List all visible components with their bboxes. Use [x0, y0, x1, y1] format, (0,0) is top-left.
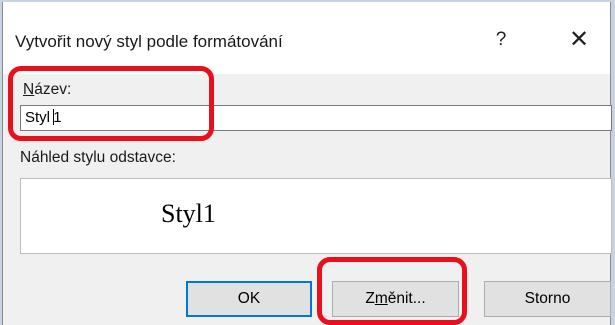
- name-value-part-1: Styl: [25, 109, 55, 126]
- ok-button[interactable]: OK: [186, 281, 312, 317]
- name-value-part-2: 1: [53, 109, 62, 126]
- name-label-accelerator: N: [23, 81, 35, 98]
- close-button[interactable]: ✕: [559, 22, 599, 58]
- preview-text: Styl1: [161, 199, 216, 228]
- dialog-title: Vytvořit nový styl podle formátování: [15, 32, 283, 51]
- modify-button[interactable]: Změnit...: [332, 281, 459, 317]
- title-bar: Vytvořit nový styl podle formátování ? ✕: [3, 2, 610, 74]
- modify-label-accelerator: m: [374, 290, 388, 307]
- create-style-dialog: Vytvořit nový styl podle formátování ? ✕…: [2, 2, 612, 325]
- preview-label: Náhled stylu odstavce:: [20, 149, 176, 166]
- name-label: Název:: [23, 81, 71, 99]
- modify-label-start: Z: [365, 290, 375, 307]
- cancel-button[interactable]: Storno: [484, 281, 611, 317]
- paragraph-style-preview: Styl1: [20, 178, 612, 254]
- help-button[interactable]: ?: [481, 24, 521, 56]
- name-label-text: ázev:: [34, 81, 72, 98]
- style-name-input[interactable]: Styl 1: [20, 105, 612, 131]
- modify-label-end: ěnit...: [387, 290, 426, 307]
